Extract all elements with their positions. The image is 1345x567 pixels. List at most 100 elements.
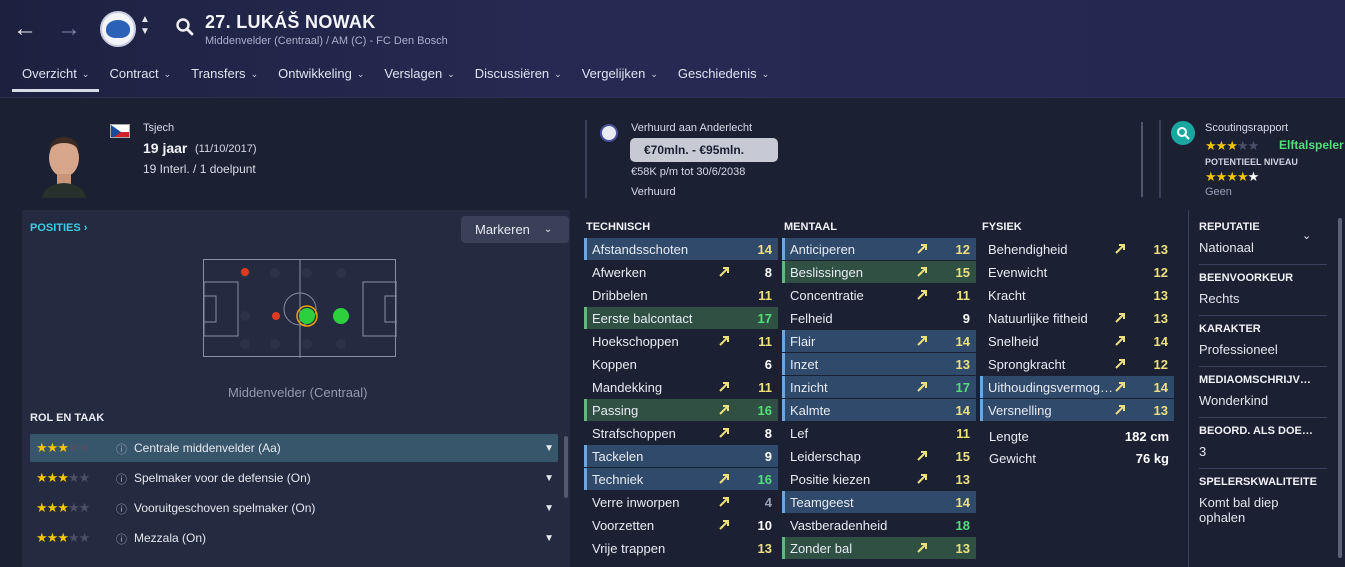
attribute-row[interactable]: Vrije trappen 13 (584, 537, 778, 559)
info-icon[interactable]: ⓘ (116, 441, 130, 456)
info-title: MEDIAOMSCHRIJV… (1199, 374, 1311, 386)
height-label: Lengte (989, 429, 1029, 444)
chevron-down-icon[interactable]: ▼ (544, 443, 554, 454)
attribute-row[interactable]: Sprongkracht 12 (980, 353, 1174, 375)
attribute-name: Behendigheid (988, 241, 1068, 257)
mark-button[interactable]: Markeren ⌄ (461, 216, 569, 243)
positions-link[interactable]: POSITIES › (30, 222, 87, 234)
attribute-row[interactable]: Lef 11 (782, 422, 976, 444)
attribute-value: 13 (955, 471, 970, 487)
tab-vergelijken[interactable]: Vergelijken ⌄ (572, 66, 668, 92)
back-arrow-icon[interactable]: ← (10, 14, 40, 44)
tab-contract[interactable]: Contract ⌄ (99, 66, 181, 92)
transfer-value-badge[interactable]: €70mln. - €95mln. (630, 138, 778, 162)
attribute-row[interactable]: Beslissingen 15 (782, 261, 976, 283)
attribute-row[interactable]: Zonder bal 13 (782, 537, 976, 559)
info-scrollbar[interactable] (1338, 218, 1342, 558)
loan-status[interactable]: Verhuurd aan Anderlecht (631, 122, 752, 134)
attribute-row[interactable]: Teamgeest 14 (782, 491, 976, 513)
attribute-row[interactable]: Leiderschap 15 (782, 445, 976, 467)
club-crest[interactable] (100, 11, 136, 47)
trend-arrow-icon (917, 451, 927, 461)
divider (585, 120, 587, 198)
club-switch-icon[interactable]: ▲ ▼ (140, 14, 150, 38)
attribute-name: Eerste balcontact (592, 310, 693, 326)
tab-verslagen[interactable]: Verslagen ⌄ (374, 66, 464, 92)
attribute-row[interactable]: Anticiperen 12 (782, 238, 976, 260)
scouting-title[interactable]: Scoutingsrapport (1205, 122, 1288, 134)
attribute-row[interactable]: Dribbelen 11 (584, 284, 778, 306)
chevron-down-icon[interactable]: ▼ (544, 533, 554, 544)
attribute-value: 11 (956, 287, 970, 303)
role-item[interactable]: ★★★★★ ⓘ Vooruitgeschoven spelmaker (On) ▼ (30, 494, 558, 522)
attribute-row[interactable]: Flair 14 (782, 330, 976, 352)
loan-club-crest-icon[interactable] (600, 124, 618, 142)
attribute-name: Kalmte (790, 402, 831, 418)
attribute-row[interactable]: Evenwicht 12 (980, 261, 1174, 283)
attribute-row[interactable]: Vastberadenheid 18 (782, 514, 976, 536)
forward-arrow-icon[interactable]: → (54, 14, 84, 44)
info-title: KARAKTER (1199, 323, 1261, 335)
attribute-row[interactable]: Eerste balcontact 17 (584, 307, 778, 329)
attribute-name: Sprongkracht (988, 356, 1066, 372)
attribute-row[interactable]: Concentratie 11 (782, 284, 976, 306)
trend-arrow-icon (719, 405, 729, 415)
attribute-name: Lef (790, 425, 809, 441)
attribute-row[interactable]: Strafschoppen 8 (584, 422, 778, 444)
info-value: Wonderkind (1199, 393, 1269, 408)
czech-flag-icon (110, 124, 130, 138)
tab-geschiedenis[interactable]: Geschiedenis ⌄ (668, 66, 779, 92)
attribute-name: Hoekschoppen (592, 333, 679, 349)
attribute-name: Snelheid (988, 333, 1039, 349)
attribute-value: 14 (955, 494, 970, 510)
info-icon[interactable]: ⓘ (116, 501, 130, 516)
chevron-down-icon[interactable]: ▼ (544, 503, 554, 514)
tab-discussiëren[interactable]: Discussiëren ⌄ (465, 66, 572, 92)
tab-label: Transfers (191, 66, 246, 81)
info-icon[interactable]: ⓘ (116, 471, 130, 486)
attribute-row[interactable]: Tackelen 9 (584, 445, 778, 467)
attribute-row[interactable]: Inzet 13 (782, 353, 976, 375)
attribute-row[interactable]: Uithoudingsvermog… 14 (980, 376, 1174, 398)
attribute-row[interactable]: Koppen 6 (584, 353, 778, 375)
attribute-row[interactable]: Afwerken 8 (584, 261, 778, 283)
height-value: 182 cm (1124, 429, 1169, 444)
attribute-row[interactable]: Behendigheid 13 (980, 238, 1174, 260)
attribute-row[interactable]: Versnelling 13 (980, 399, 1174, 421)
attribute-name: Afwerken (592, 264, 647, 280)
current-ability-stars: ★★★★★ (1205, 138, 1259, 153)
tab-label: Verslagen (384, 66, 443, 81)
tab-ontwikkeling[interactable]: Ontwikkeling ⌄ (268, 66, 374, 92)
search-icon[interactable] (175, 17, 195, 37)
tab-overzicht[interactable]: Overzicht ⌄ (12, 66, 100, 92)
roles-scrollbar[interactable] (564, 436, 568, 498)
role-item[interactable]: ★★★★★ ⓘ Mezzala (On) ▼ (30, 524, 558, 552)
role-stars: ★★★★★ (36, 470, 90, 485)
tab-transfers[interactable]: Transfers ⌄ (181, 66, 268, 92)
info-icon[interactable]: ⓘ (116, 531, 130, 546)
attribute-name: Felheid (790, 310, 833, 326)
attribute-row[interactable]: Positie kiezen 13 (782, 468, 976, 490)
attribute-row[interactable]: Natuurlijke fitheid 13 (980, 307, 1174, 329)
scouting-search-icon[interactable] (1171, 121, 1195, 145)
player-face (42, 137, 86, 198)
attribute-row[interactable]: Afstandsschoten 14 (584, 238, 778, 260)
attribute-row[interactable]: Felheid 9 (782, 307, 976, 329)
chevron-down-icon[interactable]: ⌄ (1302, 229, 1311, 242)
attribute-row[interactable]: Snelheid 14 (980, 330, 1174, 352)
chevron-down-icon[interactable]: ▼ (544, 473, 554, 484)
attribute-row[interactable]: Techniek 16 (584, 468, 778, 490)
attribute-value: 14 (757, 241, 772, 257)
attribute-row[interactable]: Mandekking 11 (584, 376, 778, 398)
attribute-row[interactable]: Inzicht 17 (782, 376, 976, 398)
attribute-row[interactable]: Kracht 13 (980, 284, 1174, 306)
attribute-row[interactable]: Kalmte 14 (782, 399, 976, 421)
attribute-row[interactable]: Voorzetten 10 (584, 514, 778, 536)
attribute-row[interactable]: Verre inworpen 4 (584, 491, 778, 513)
attribute-row[interactable]: Passing 16 (584, 399, 778, 421)
role-item[interactable]: ★★★★★ ⓘ Spelmaker voor de defensie (On) ▼ (30, 464, 558, 492)
chevron-down-icon: ⌄ (163, 69, 172, 79)
attribute-row[interactable]: Hoekschoppen 11 (584, 330, 778, 352)
attribute-name: Passing (592, 402, 639, 418)
role-item[interactable]: ★★★★★ ⓘ Centrale middenvelder (Aa) ▼ (30, 434, 558, 462)
